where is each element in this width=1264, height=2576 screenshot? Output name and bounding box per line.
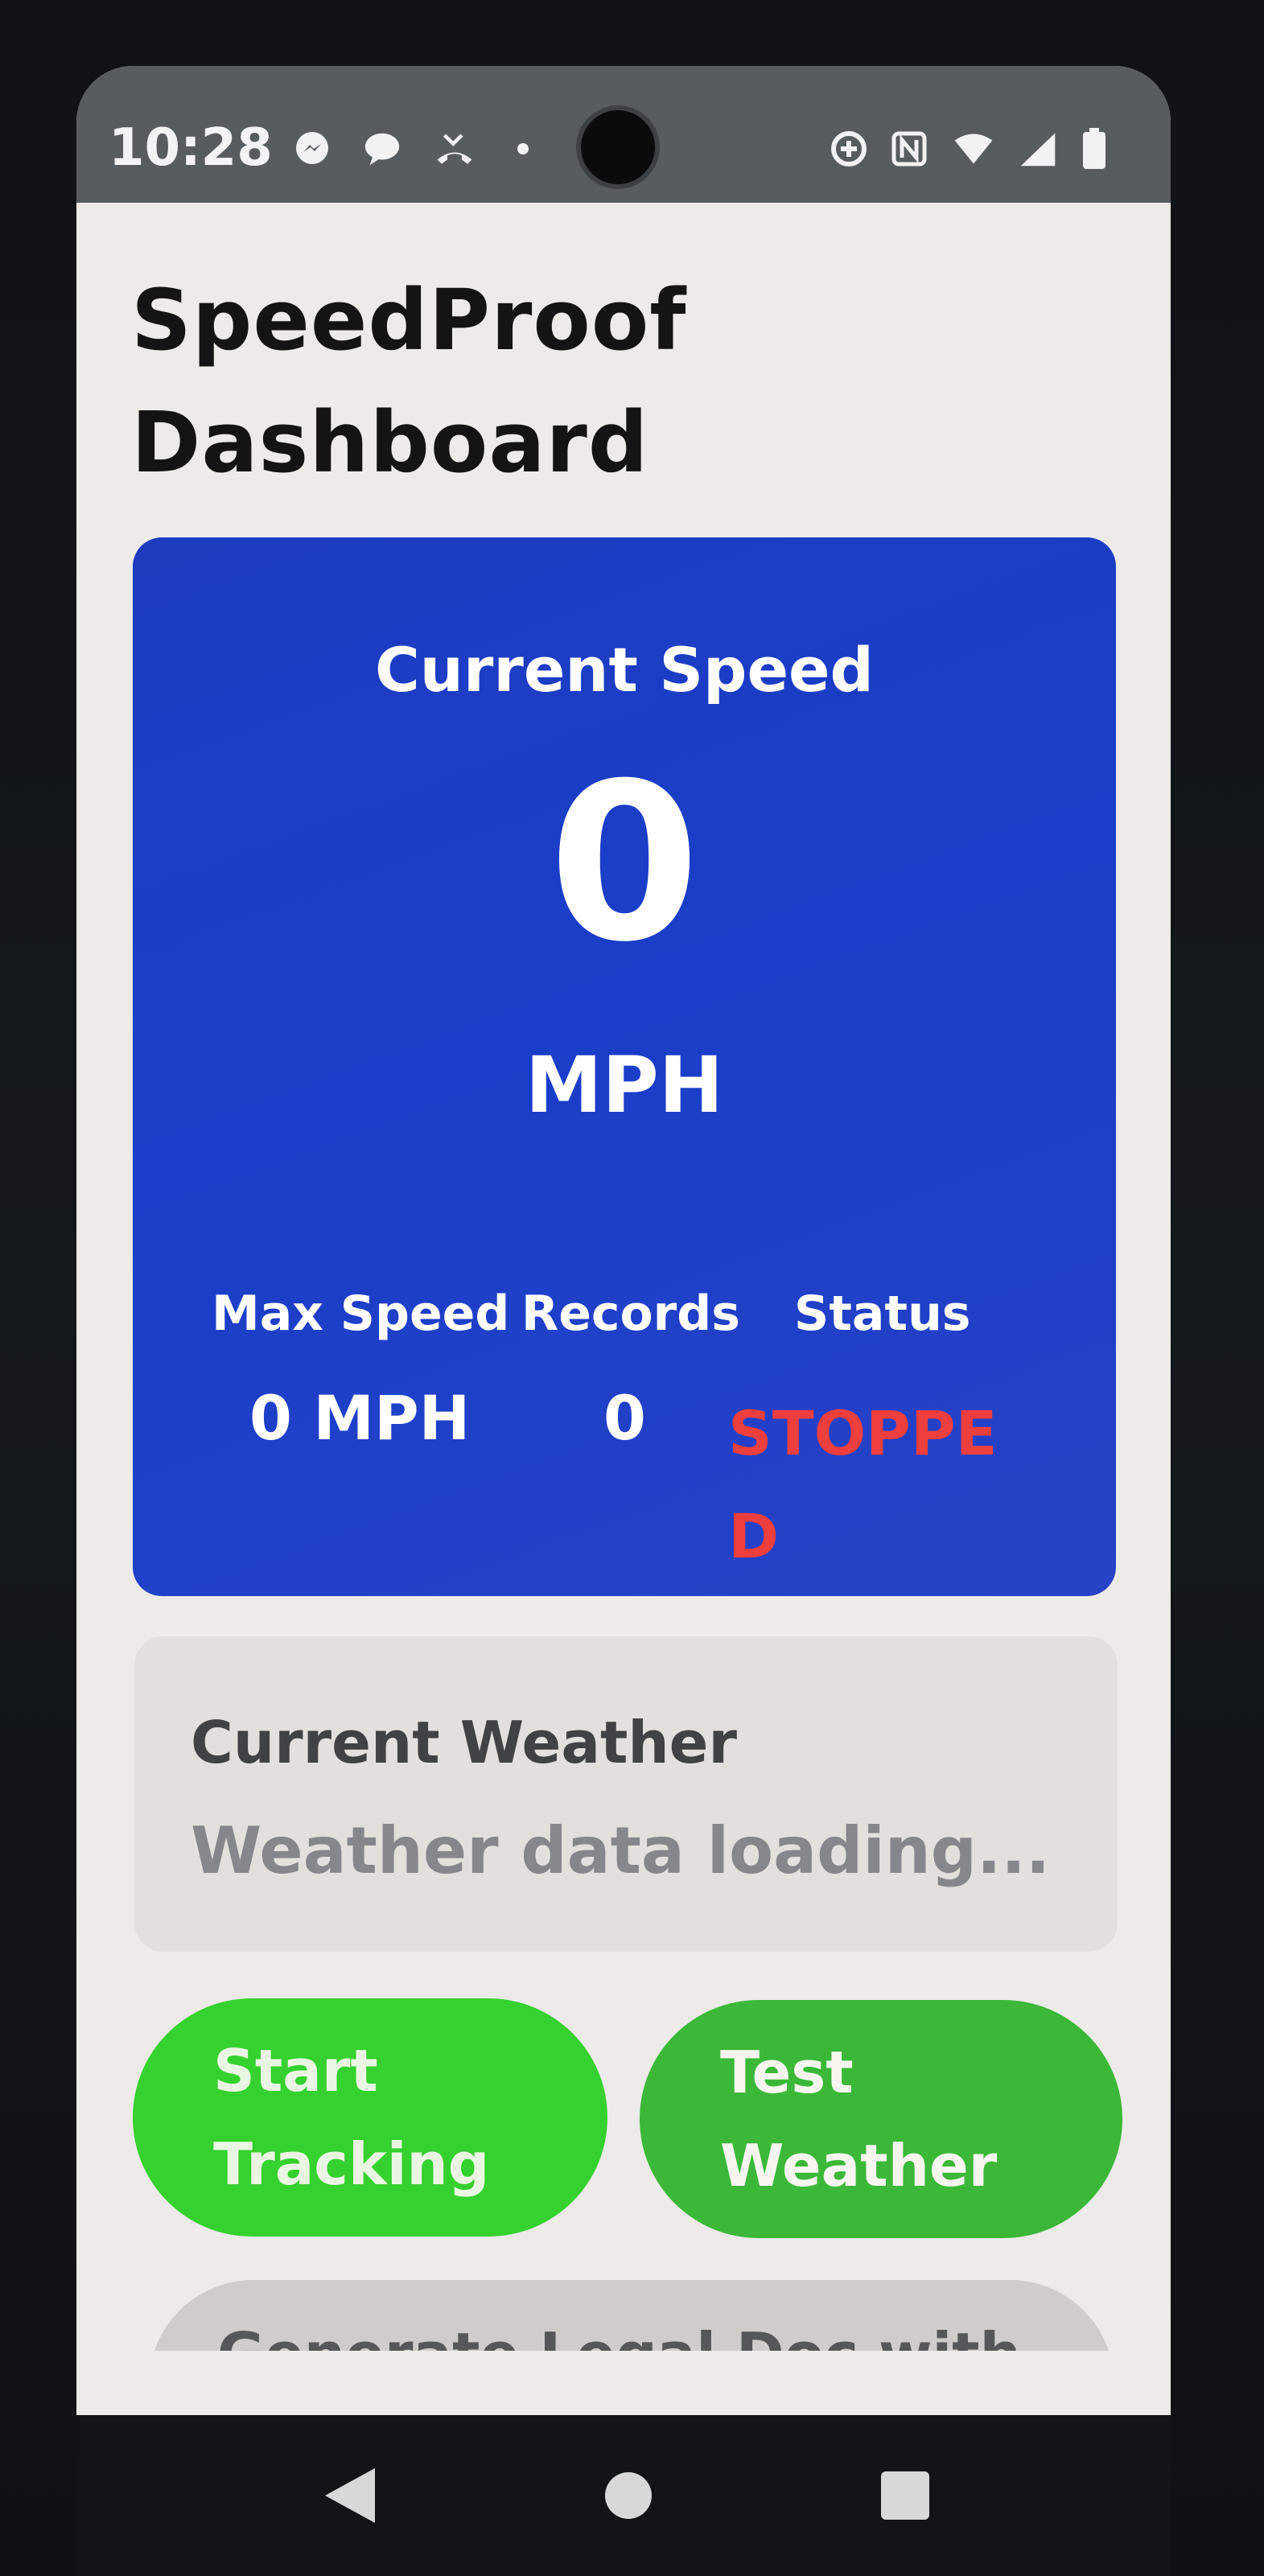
navigation-bar	[76, 2415, 1171, 2576]
records-value: 0	[603, 1382, 646, 1454]
home-icon[interactable]	[596, 2463, 661, 2528]
current-speed-label: Current Speed	[375, 634, 874, 706]
max-speed-value: 0 MPH	[249, 1382, 471, 1454]
speed-card: Current Speed 0 MPH Max Speed Records St…	[133, 537, 1116, 1596]
max-speed-label: Max Speed	[212, 1286, 510, 1342]
test-weather-button[interactable]: Test Weather	[640, 2000, 1122, 2238]
speed-unit: MPH	[525, 1040, 724, 1130]
signal-icon	[1018, 129, 1058, 169]
battery-icon	[1074, 128, 1114, 169]
status-label: Status	[794, 1286, 971, 1342]
screen: 10:28 SpeedProof Dashboard Current Speed…	[76, 66, 1171, 2415]
back-icon[interactable]	[318, 2463, 382, 2528]
weather-status-text: Weather data loading...	[191, 1813, 1051, 1888]
records-label: Records	[521, 1286, 740, 1342]
recents-icon[interactable]	[873, 2463, 937, 2528]
data-saver-icon	[829, 129, 869, 169]
status-bar: 10:28	[76, 66, 1171, 203]
screen-bottom-edge	[76, 2351, 1171, 2415]
dot-icon	[503, 129, 543, 169]
status-value: STOPPED	[728, 1397, 998, 1572]
status-time: 10:28	[109, 118, 273, 178]
current-speed-value: 0	[549, 736, 700, 990]
nfc-icon	[889, 129, 929, 169]
missed-call-icon	[434, 129, 475, 169]
weather-title: Current Weather	[191, 1709, 737, 1776]
page-title: SpeedProof Dashboard	[131, 271, 687, 492]
phone-frame: 10:28 SpeedProof Dashboard Current Speed…	[0, 0, 1264, 2576]
chat-bubble-icon	[362, 129, 402, 169]
start-tracking-button[interactable]: Start Tracking	[133, 1998, 607, 2237]
weather-card: Current Weather Weather data loading...	[134, 1636, 1118, 1952]
messenger-icon	[292, 129, 332, 169]
wifi-icon	[953, 129, 994, 169]
front-camera	[581, 110, 655, 184]
